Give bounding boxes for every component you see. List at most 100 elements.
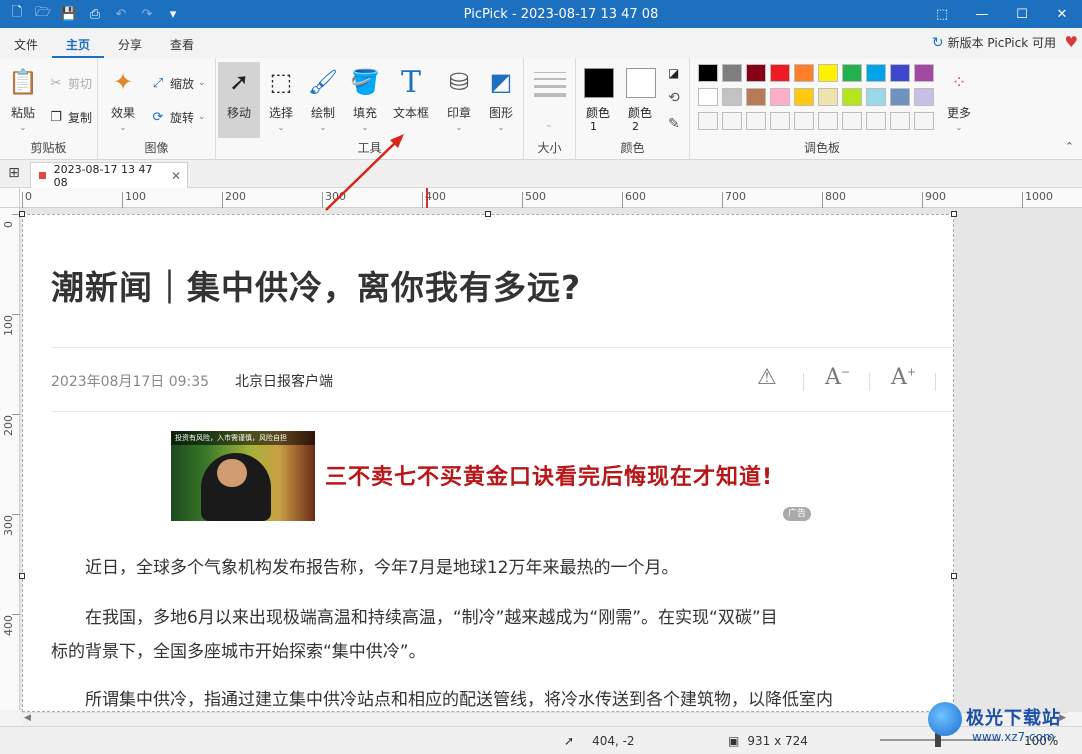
swap-colors-icon[interactable]: ◪ — [668, 66, 679, 80]
chevron-down-icon: ⌄ — [319, 123, 327, 132]
palette-swatch[interactable] — [842, 88, 862, 106]
save-icon[interactable]: 💾 — [60, 5, 78, 23]
update-notice[interactable]: ↻ 新版本 PicPick 可用 — [932, 34, 1056, 51]
resize-handle[interactable] — [951, 573, 957, 579]
palette-swatch[interactable] — [842, 64, 862, 82]
resize-button[interactable]: ⤢ 缩放 ⌄ — [150, 72, 206, 94]
palette-swatch[interactable] — [866, 64, 886, 82]
new-file-icon[interactable]: 🗋 — [8, 5, 26, 23]
palette-swatch[interactable] — [914, 88, 934, 106]
palette-swatch[interactable] — [746, 112, 766, 130]
divider — [51, 411, 953, 412]
palette-swatch[interactable] — [770, 88, 790, 106]
grid-view-icon[interactable]: ⊞ — [4, 165, 24, 183]
refresh-color-icon[interactable]: ⟲ — [668, 90, 680, 106]
resize-handle[interactable] — [951, 211, 957, 217]
tab-file[interactable]: 文件 — [0, 30, 52, 58]
effects-button[interactable]: ✦ 效果 ⌄ — [102, 62, 144, 138]
image-size-icon: ▣ — [728, 734, 740, 748]
article-headline: 潮新闻｜集中供冷，离你我有多远? — [51, 268, 582, 307]
shape-button[interactable]: ◩ 图形 ⌄ — [480, 62, 522, 138]
minimize-button[interactable]: — — [962, 0, 1002, 28]
resize-handle[interactable] — [485, 211, 491, 217]
shape-icon: ◩ — [489, 68, 513, 96]
tab-home[interactable]: 主页 — [52, 30, 105, 58]
close-tab-icon[interactable]: ✕ — [171, 169, 181, 183]
palette-swatch[interactable] — [698, 64, 718, 82]
palette-swatch[interactable] — [818, 64, 838, 82]
palette-swatch[interactable] — [770, 112, 790, 130]
rotate-button[interactable]: ⟳ 旋转 ⌄ — [150, 106, 206, 128]
palette-swatch[interactable] — [794, 88, 814, 106]
palette-swatch[interactable] — [770, 64, 790, 82]
maximize-button[interactable]: ☐ — [1002, 0, 1042, 28]
chevron-down-icon: ⌄ — [198, 78, 206, 88]
heart-icon[interactable]: ♥ — [1065, 33, 1078, 51]
document-tab[interactable]: 2023-08-17 13 47 08 ✕ — [30, 162, 188, 189]
cursor-arrow-icon: ➚ — [228, 68, 250, 96]
tab-view[interactable]: 查看 — [156, 30, 208, 58]
resize-handle[interactable] — [19, 573, 25, 579]
color1-swatch[interactable] — [584, 68, 614, 98]
scroll-left-icon[interactable]: ◀ — [24, 713, 31, 723]
wand-icon: ✦ — [112, 68, 134, 96]
textbox-button[interactable]: T 文本框 — [390, 62, 432, 138]
tab-share[interactable]: 分享 — [104, 30, 156, 58]
font-decrease-icon[interactable]: A− — [825, 365, 850, 390]
palette-swatch[interactable] — [698, 112, 718, 130]
move-button[interactable]: ➚ 移动 — [218, 62, 260, 138]
ad-image[interactable]: 投资有风险，入市需谨慎，风险自担 — [171, 431, 315, 521]
draw-button[interactable]: 🖌 绘制 ⌄ — [302, 62, 344, 138]
palette-swatch[interactable] — [794, 64, 814, 82]
report-icon[interactable]: ⚠ — [757, 365, 777, 390]
selection-icon: ⬚ — [269, 68, 293, 96]
color2-swatch[interactable] — [626, 68, 656, 98]
palette-swatch[interactable] — [866, 112, 886, 130]
close-button[interactable]: ✕ — [1042, 0, 1082, 28]
select-button[interactable]: ⬚ 选择 ⌄ — [260, 62, 302, 138]
open-folder-icon[interactable]: 🗁 — [34, 5, 52, 23]
palette-swatch[interactable] — [818, 112, 838, 130]
fill-button[interactable]: 🪣 填充 ⌄ — [344, 62, 386, 138]
divider — [803, 373, 804, 391]
palette-swatch[interactable] — [722, 88, 742, 106]
palette-swatch[interactable] — [818, 88, 838, 106]
shape-label: 图形 — [488, 106, 513, 120]
paste-button[interactable]: 📋 粘贴 ⌄ — [2, 62, 44, 138]
line-width-icon[interactable] — [534, 72, 566, 97]
eyedropper-icon[interactable]: ✎ — [668, 116, 680, 132]
ad-headline[interactable]: 三不卖七不买黄金口诀看完后悔现在才知道! — [325, 459, 773, 491]
collapse-ribbon-icon[interactable]: ⌃ — [1065, 140, 1074, 153]
palette-swatch[interactable] — [746, 64, 766, 82]
capture-icon[interactable]: ⬚ — [922, 0, 962, 28]
cut-button[interactable]: ✂ 剪切 — [48, 72, 92, 94]
font-increase-icon[interactable]: A+ — [891, 365, 916, 390]
customize-icon[interactable]: ▾ — [164, 5, 182, 23]
more-colors-button[interactable]: ⁘ 更多 ⌄ — [938, 62, 980, 138]
resize-handle[interactable] — [19, 211, 25, 217]
palette-swatch[interactable] — [722, 64, 742, 82]
palette-swatch[interactable] — [914, 112, 934, 130]
ruler-label: 300 — [322, 191, 346, 208]
chevron-down-icon: ⌄ — [455, 123, 463, 132]
palette-swatch[interactable] — [842, 112, 862, 130]
chevron-down-icon: ⌄ — [277, 123, 285, 132]
undo-icon[interactable]: ↶ — [112, 5, 130, 23]
divider — [51, 347, 953, 348]
palette-swatch[interactable] — [890, 112, 910, 130]
screenshot-image[interactable]: 潮新闻｜集中供冷，离你我有多远? 2023年08月17日 09:35 北京日报客… — [22, 214, 954, 712]
palette-swatch[interactable] — [698, 88, 718, 106]
fill-label: 填充 — [352, 106, 377, 120]
palette-swatch[interactable] — [866, 88, 886, 106]
horizontal-scrollbar[interactable]: ◀ ▶ — [22, 712, 1068, 726]
redo-icon[interactable]: ↷ — [138, 5, 156, 23]
print-icon[interactable]: ⎙ — [86, 5, 104, 23]
palette-swatch[interactable] — [794, 112, 814, 130]
copy-button[interactable]: ❐ 复制 — [48, 106, 92, 128]
palette-swatch[interactable] — [890, 64, 910, 82]
palette-swatch[interactable] — [722, 112, 742, 130]
palette-swatch[interactable] — [890, 88, 910, 106]
palette-swatch[interactable] — [746, 88, 766, 106]
palette-swatch[interactable] — [914, 64, 934, 82]
stamp-button[interactable]: ⛁ 印章 ⌄ — [438, 62, 480, 138]
